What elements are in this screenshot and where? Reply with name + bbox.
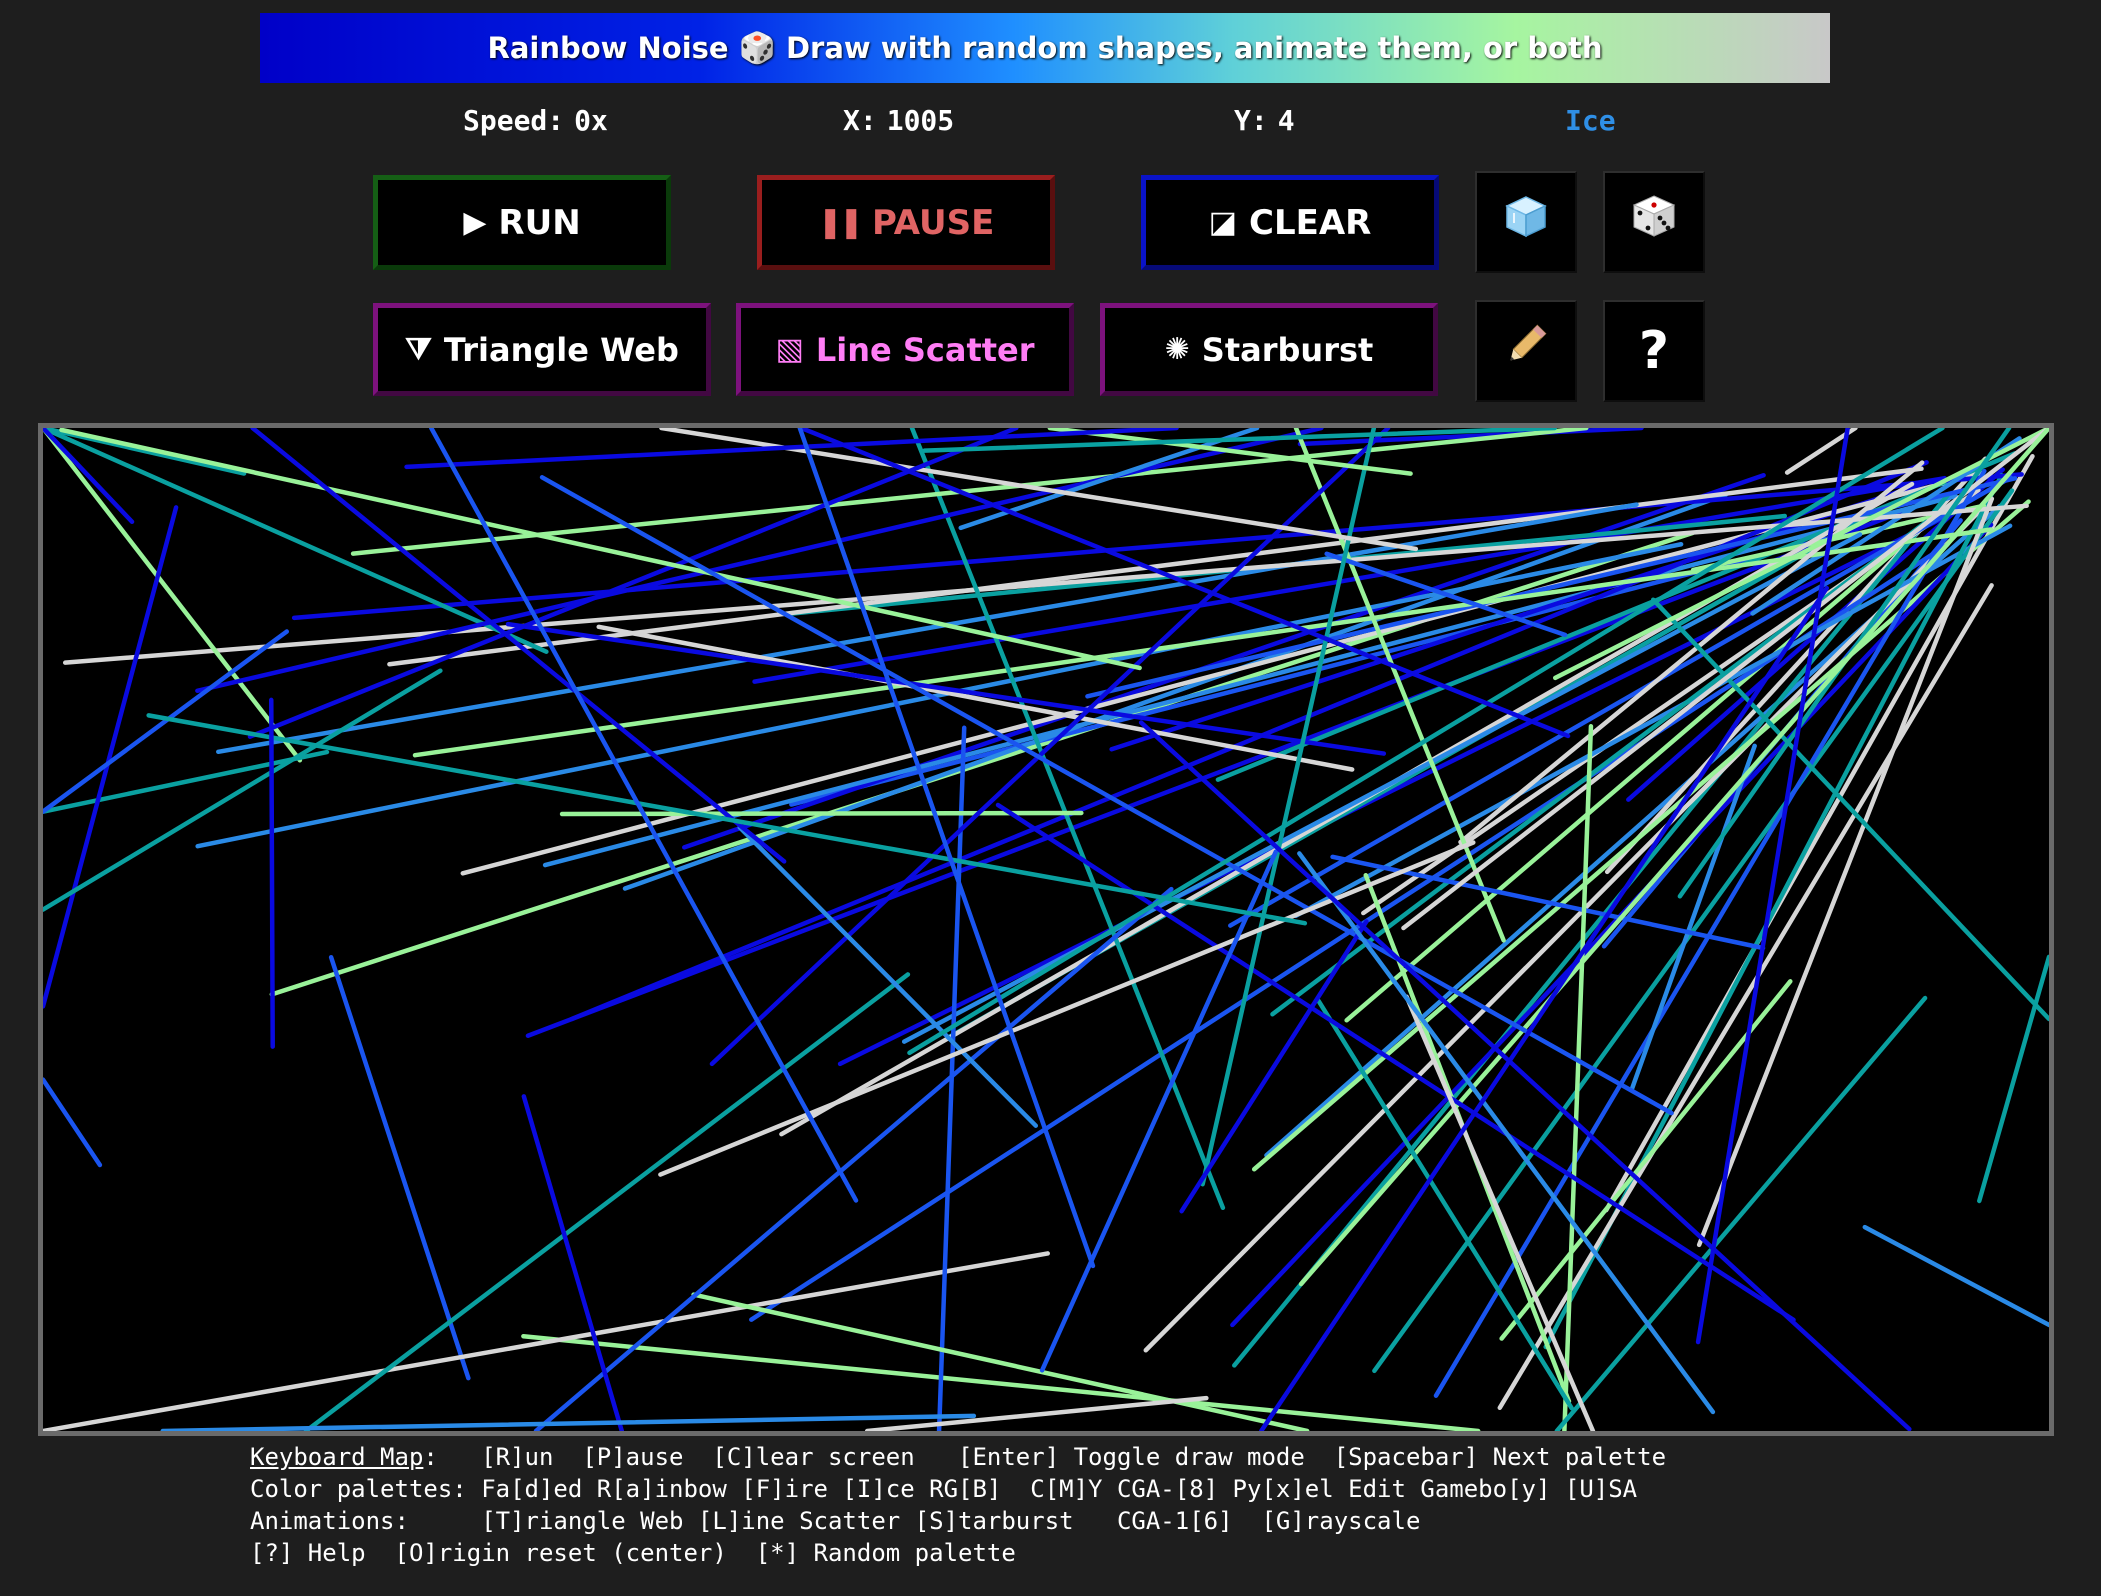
line-scatter-label: Line Scatter bbox=[815, 330, 1035, 369]
canvas-line bbox=[303, 972, 911, 1431]
canvas-line bbox=[43, 505, 179, 1009]
hatched-square-icon: ▧ bbox=[775, 332, 804, 367]
canvas-line bbox=[1862, 1224, 2049, 1328]
canvas-line bbox=[559, 810, 1084, 817]
keyboard-map-label: Keyboard Map bbox=[250, 1443, 424, 1471]
canvas-line bbox=[1650, 597, 2049, 1022]
x-label: X: bbox=[843, 104, 877, 137]
canvas-line bbox=[533, 886, 1174, 1431]
triangle-web-icon: ⧩ bbox=[405, 332, 432, 367]
help-line-4: [?] Help [O]rigin reset (center) [*] Ran… bbox=[250, 1539, 1016, 1567]
canvas-line bbox=[160, 1413, 977, 1431]
starburst-icon: ✺ bbox=[1164, 332, 1190, 367]
pause-button[interactable]: ❚❚ PAUSE bbox=[757, 175, 1055, 270]
canvas-line bbox=[59, 428, 1142, 671]
canvas-line bbox=[521, 1094, 625, 1431]
pencil-icon bbox=[1500, 319, 1552, 384]
random-palette-button[interactable] bbox=[1603, 171, 1705, 273]
canvas-line bbox=[43, 1251, 1050, 1431]
draw-mode-button[interactable] bbox=[1475, 300, 1577, 402]
canvas-line bbox=[216, 502, 1639, 755]
canvas-line bbox=[1554, 995, 1928, 1431]
triangle-web-button[interactable]: ⧩ Triangle Web bbox=[373, 303, 711, 396]
y-readout: Y: 4 bbox=[1234, 104, 1295, 137]
canvas-line bbox=[328, 955, 471, 1381]
speed-readout: Speed: 0x bbox=[463, 104, 608, 137]
keyboard-help: Keyboard Map: [R]un [P]ause [C]lear scre… bbox=[250, 1441, 1666, 1569]
speed-label: Speed: bbox=[463, 104, 565, 137]
x-readout: X: 1005 bbox=[843, 104, 954, 137]
y-value: 4 bbox=[1277, 104, 1295, 137]
clear-button[interactable]: ◪ CLEAR bbox=[1141, 175, 1439, 270]
y-label: Y: bbox=[1234, 104, 1268, 137]
canvas-line bbox=[195, 541, 1684, 849]
line-scatter-button[interactable]: ▧ Line Scatter bbox=[736, 303, 1074, 396]
contrast-icon: ◪ bbox=[1208, 205, 1237, 240]
canvas-line bbox=[658, 840, 1476, 1177]
pause-icon: ❚❚ bbox=[817, 205, 864, 240]
canvas-line bbox=[1179, 919, 1369, 1214]
palette-name: Ice bbox=[1565, 104, 1616, 137]
canvas-line bbox=[864, 1395, 1209, 1431]
canvas-line bbox=[269, 697, 275, 1049]
canvas-line bbox=[1977, 954, 2049, 1204]
app-banner: Rainbow Noise 🎲 Draw with random shapes,… bbox=[260, 13, 1830, 83]
canvas-line bbox=[1401, 428, 2049, 931]
clear-label: CLEAR bbox=[1249, 202, 1372, 243]
starburst-button[interactable]: ✺ Starburst bbox=[1100, 303, 1438, 396]
canvas-line bbox=[1138, 720, 1912, 1431]
x-value: 1005 bbox=[886, 104, 955, 137]
run-label: RUN bbox=[498, 202, 581, 243]
ice-cube-icon bbox=[1501, 191, 1551, 254]
pause-label: PAUSE bbox=[871, 202, 995, 243]
dice-icon bbox=[1630, 192, 1678, 253]
question-icon: ? bbox=[1638, 321, 1670, 381]
canvas-line bbox=[995, 802, 1796, 1323]
canvas-line bbox=[1316, 998, 1574, 1411]
starburst-label: Starburst bbox=[1201, 330, 1374, 369]
dice-icon: 🎲 bbox=[738, 30, 776, 66]
triangle-web-label: Triangle Web bbox=[443, 330, 679, 369]
canvas-line bbox=[1293, 428, 1506, 943]
canvas-line bbox=[43, 1077, 103, 1168]
status-bar: Speed: 0x X: 1005 Y: 4 Ice bbox=[0, 100, 2101, 144]
canvas-line bbox=[505, 621, 1387, 756]
speed-value: 0x bbox=[574, 104, 608, 137]
banner-title-left: Rainbow Noise bbox=[487, 31, 729, 65]
help-line-1: : [R]un [P]ause [C]lear screen [Enter] T… bbox=[423, 1443, 1667, 1471]
banner-title-right: Draw with random shapes, animate them, o… bbox=[785, 31, 1603, 65]
play-icon: ▶ bbox=[463, 205, 487, 240]
drawing-canvas[interactable] bbox=[38, 423, 2054, 1436]
run-button[interactable]: ▶ RUN bbox=[373, 175, 671, 270]
help-line-3: Animations: [T]riangle Web [L]ine Scatte… bbox=[250, 1507, 1421, 1535]
help-button[interactable]: ? bbox=[1603, 300, 1705, 402]
canvas-line bbox=[752, 475, 1947, 684]
canvas-line bbox=[247, 428, 1019, 739]
line-art bbox=[43, 428, 2049, 1431]
canvas-line bbox=[43, 428, 303, 763]
help-line-2: Color palettes: Fa[d]ed R[a]inbow [F]ire… bbox=[250, 1475, 1638, 1503]
palette-button[interactable] bbox=[1475, 171, 1577, 273]
